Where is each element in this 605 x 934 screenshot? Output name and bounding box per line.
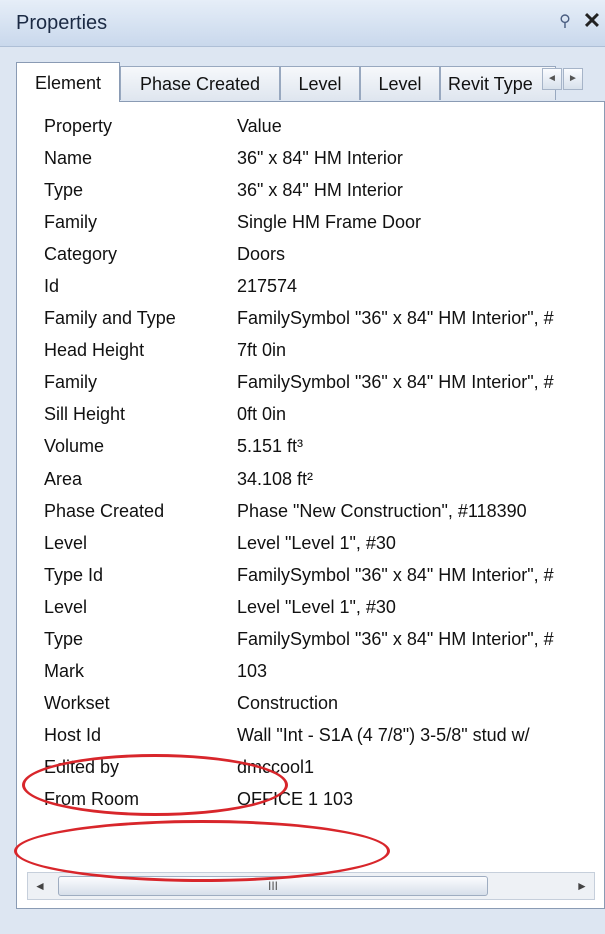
property-row[interactable]: Head Height 7ft 0in — [27, 334, 605, 366]
property-name: Head Height — [44, 340, 145, 361]
scroll-left-icon[interactable]: ◄ — [28, 873, 52, 899]
property-name: Phase Created — [44, 500, 165, 521]
property-name: Edited by — [44, 756, 120, 777]
tab-level[interactable]: Level — [280, 66, 360, 100]
property-value: Single HM Frame Door — [237, 212, 422, 233]
property-name: Mark — [44, 660, 84, 681]
property-row[interactable]: Phase Created Phase "New Construction", #… — [27, 495, 605, 527]
properties-window: Properties ⚲ ✕ Element Phase Created Lev… — [0, 0, 605, 934]
property-row[interactable]: Level Level "Level 1", #30 — [27, 527, 605, 559]
property-value: dmccool1 — [237, 756, 315, 777]
property-name: Family — [44, 212, 97, 233]
property-value: 7ft 0in — [237, 340, 287, 361]
property-name: Category — [44, 244, 118, 265]
scroll-thumb[interactable]: III — [58, 876, 488, 896]
property-value: FamilySymbol "36" x 84" HM Interior", # — [237, 372, 554, 393]
tab-scroll-left-icon[interactable]: ◄ — [542, 68, 562, 90]
property-value: Phase "New Construction", #118390 — [237, 500, 527, 521]
property-row[interactable]: Host Id Wall "Int - S1A (4 7/8") 3-5/8" s… — [27, 719, 605, 751]
property-row[interactable]: Sill Height 0ft 0in — [27, 398, 605, 430]
property-value: Wall "Int - S1A (4 7/8") 3-5/8" stud w/ — [237, 724, 530, 745]
property-name: Level — [44, 532, 88, 553]
property-name: Family and Type — [44, 308, 176, 329]
property-row[interactable]: Type FamilySymbol "36" x 84" HM Interior"… — [27, 623, 605, 655]
property-name: Type — [44, 628, 84, 649]
property-name: Sill Height — [44, 404, 126, 425]
tab-strip: Element Phase Created Level Level Revit … — [16, 62, 605, 102]
property-name: Host Id — [44, 724, 102, 745]
property-name: Area — [44, 468, 83, 489]
tab-element[interactable]: Element — [16, 62, 120, 102]
scroll-right-icon[interactable]: ► — [570, 873, 594, 899]
pin-icon[interactable]: ⚲ — [555, 12, 575, 32]
property-value: Level "Level 1", #30 — [237, 596, 396, 617]
property-row[interactable]: Edited by dmccool1 — [27, 751, 605, 783]
property-row[interactable]: Workset Construction — [27, 687, 605, 719]
property-name: Volume — [44, 436, 105, 457]
close-icon[interactable]: ✕ — [582, 10, 602, 32]
property-column-header: Property — [44, 116, 113, 136]
property-grid: Property Value Name 36" x 84" HM Interior… — [27, 110, 605, 870]
property-row[interactable]: From Room OFFICE 1 103 — [27, 783, 605, 815]
property-value: Construction — [237, 692, 339, 713]
property-row[interactable]: Volume 5.151 ft³ — [27, 430, 605, 462]
header-row: Property Value — [27, 110, 605, 142]
window-title: Properties — [16, 12, 108, 34]
property-name: Level — [44, 596, 88, 617]
property-row[interactable]: Family and Type FamilySymbol "36" x 84" H… — [27, 302, 605, 334]
property-row[interactable]: Area 34.108 ft² — [27, 463, 605, 495]
tab-revit-type[interactable]: Revit Type — [440, 66, 556, 100]
property-name: Type Id — [44, 564, 104, 585]
property-row[interactable]: Family FamilySymbol "36" x 84" HM Interio… — [27, 366, 605, 398]
property-name: Id — [44, 276, 60, 297]
property-row[interactable]: Mark 103 — [27, 655, 605, 687]
title-bar[interactable]: Properties ⚲ ✕ — [0, 0, 605, 47]
tab-phase-created[interactable]: Phase Created — [120, 66, 280, 100]
properties-panel: Property Value Name 36" x 84" HM Interior… — [16, 101, 605, 909]
property-row[interactable]: Type Id FamilySymbol "36" x 84" HM Interi… — [27, 559, 605, 591]
property-row[interactable]: Type 36" x 84" HM Interior — [27, 174, 605, 206]
property-value: Doors — [237, 244, 286, 265]
value-column-header: Value — [237, 116, 282, 136]
property-value: FamilySymbol "36" x 84" HM Interior", # — [237, 564, 554, 585]
property-row[interactable]: Category Doors — [27, 238, 605, 270]
property-value: FamilySymbol "36" x 84" HM Interior", # — [237, 628, 554, 649]
property-name: From Room — [44, 789, 140, 809]
horizontal-scrollbar[interactable]: ◄ III ► — [27, 872, 595, 900]
property-name: Family — [44, 372, 97, 393]
property-name: Workset — [44, 692, 110, 713]
property-value: 0ft 0in — [237, 404, 287, 425]
property-value: 217574 — [237, 276, 298, 297]
property-value: 34.108 ft² — [237, 468, 314, 489]
property-name: Name — [44, 148, 93, 168]
property-row[interactable]: Level Level "Level 1", #30 — [27, 591, 605, 623]
tab-level-2[interactable]: Level — [360, 66, 440, 100]
tab-scroll-right-icon[interactable]: ► — [563, 68, 583, 90]
property-value: Level "Level 1", #30 — [237, 532, 396, 553]
property-row[interactable]: Name 36" x 84" HM Interior — [27, 142, 605, 174]
property-value: 36" x 84" HM Interior — [237, 180, 403, 201]
property-value: 5.151 ft³ — [237, 436, 304, 457]
property-row[interactable]: Id 217574 — [27, 270, 605, 302]
property-name: Type — [44, 180, 84, 201]
property-value: 36" x 84" HM Interior — [237, 148, 403, 168]
property-value: FamilySymbol "36" x 84" HM Interior", # — [237, 308, 554, 329]
property-value: OFFICE 1 103 — [237, 789, 354, 809]
property-row[interactable]: Family Single HM Frame Door — [27, 206, 605, 238]
property-value: 103 — [237, 660, 268, 681]
